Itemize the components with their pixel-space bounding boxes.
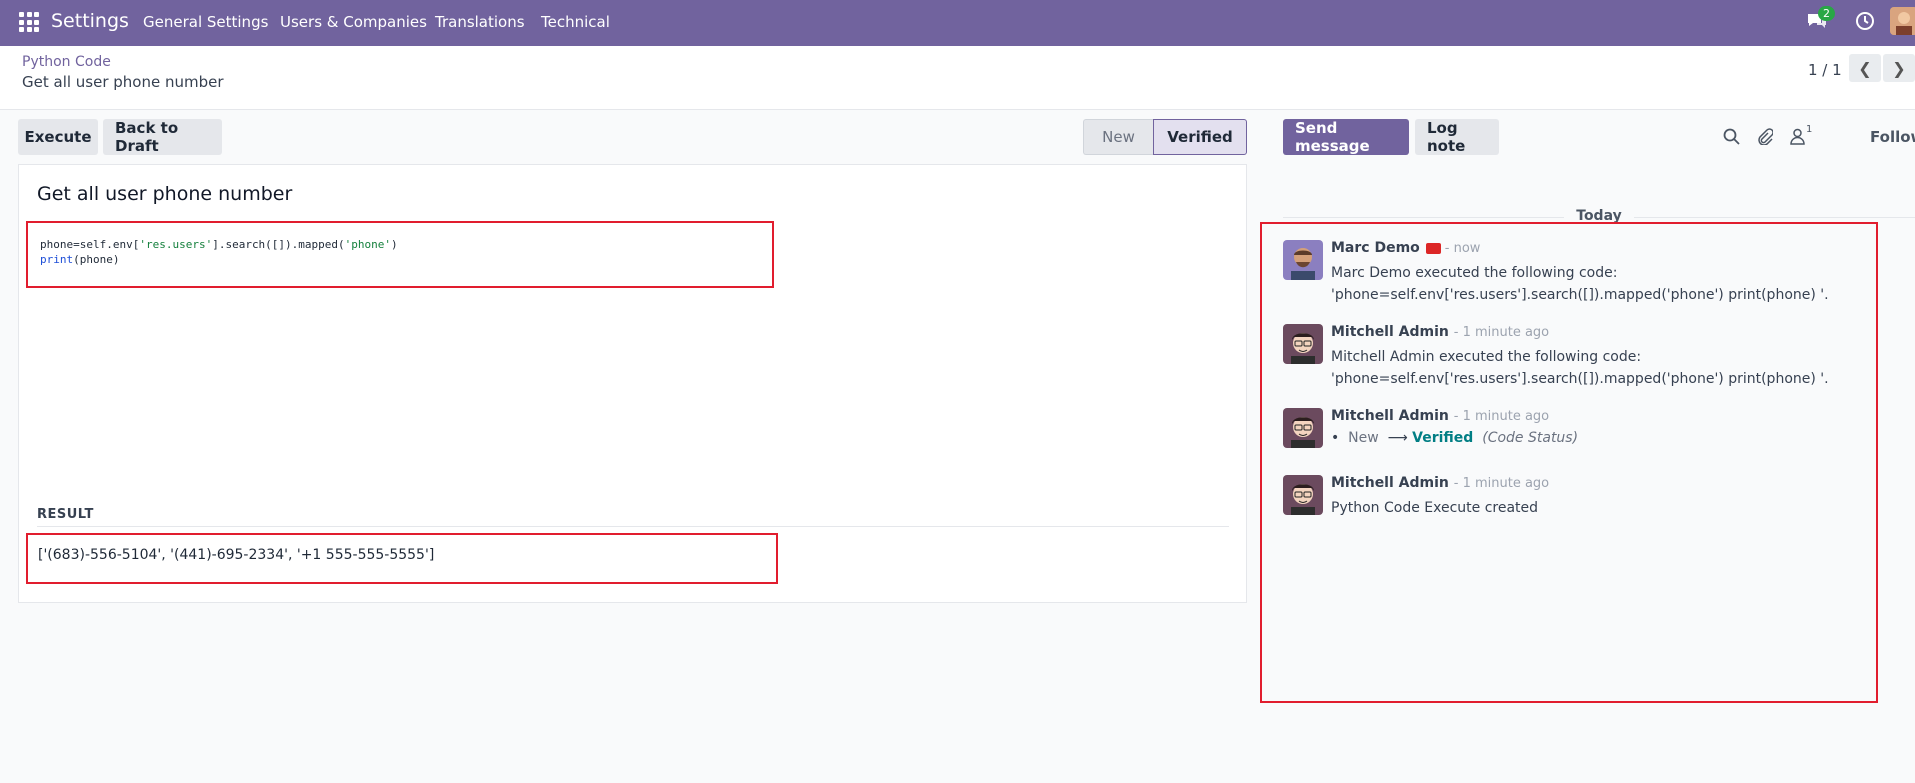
- message-author[interactable]: Mitchell Admin - 1 minute ago: [1331, 324, 1549, 340]
- code-string: 'phone': [344, 238, 392, 251]
- log-note-button[interactable]: Log note: [1415, 119, 1499, 155]
- author-name[interactable]: Mitchell Admin: [1331, 475, 1449, 491]
- message-date: - 1 minute ago: [1453, 325, 1550, 340]
- tracking-old-value: New: [1348, 430, 1379, 446]
- code-line-1: phone=self.env['res.users'].search([]).m…: [40, 237, 760, 252]
- chevron-left-icon: ❮: [1858, 58, 1872, 78]
- user-avatar[interactable]: [1890, 7, 1915, 35]
- code-editor[interactable]: phone=self.env['res.users'].search([]).m…: [26, 221, 774, 288]
- message-item: Mitchell Admin - 1 minute ago • New ⟶ Ve…: [1283, 408, 1863, 458]
- chevron-right-icon: ❯: [1892, 58, 1906, 78]
- breadcrumb-current: Get all user phone number: [22, 73, 224, 91]
- result-divider: [37, 526, 1229, 527]
- avatar[interactable]: [1283, 240, 1323, 280]
- avatar[interactable]: [1283, 408, 1323, 448]
- author-name[interactable]: Mitchell Admin: [1331, 324, 1449, 340]
- messages-count-badge: 2: [1818, 6, 1835, 21]
- form-sheet: Get all user phone number phone=self.env…: [18, 164, 1247, 603]
- arrow-right-icon: ⟶: [1387, 430, 1408, 446]
- breadcrumb-parent[interactable]: Python Code: [22, 54, 111, 70]
- result-label: RESULT: [37, 507, 94, 522]
- pager-value[interactable]: 1 / 1: [1808, 61, 1842, 79]
- code-text: (phone): [73, 253, 120, 266]
- back-to-draft-button[interactable]: Back to Draft: [103, 119, 222, 155]
- followers-icon[interactable]: [1790, 128, 1805, 149]
- message-text: 'phone=self.env['res.users'].search([]).…: [1331, 371, 1829, 387]
- pager-previous-button[interactable]: ❮: [1849, 54, 1881, 82]
- message-date: - 1 minute ago: [1453, 409, 1550, 424]
- message-item: Mitchell Admin - 1 minute ago Python Cod…: [1283, 475, 1863, 525]
- app-brand[interactable]: Settings: [51, 10, 129, 32]
- statusbar: New Verified: [1083, 119, 1247, 155]
- tracking-new-value: Verified: [1412, 430, 1474, 446]
- pager-next-button[interactable]: ❯: [1883, 54, 1915, 82]
- followers-count: 1: [1806, 124, 1813, 135]
- message-text: Mitchell Admin executed the following co…: [1331, 349, 1642, 365]
- tracking-field-name: (Code Status): [1482, 430, 1579, 446]
- avatar[interactable]: [1283, 475, 1323, 515]
- code-line-2: print(phone): [40, 252, 760, 267]
- status-new[interactable]: New: [1083, 119, 1153, 155]
- message-author[interactable]: Mitchell Admin - 1 minute ago: [1331, 408, 1549, 424]
- menu-technical[interactable]: Technical: [541, 13, 610, 31]
- apps-grid-icon[interactable]: [19, 12, 39, 32]
- top-navbar: Settings General Settings Users & Compan…: [0, 0, 1915, 46]
- message-date: - now: [1444, 241, 1481, 256]
- message-author[interactable]: Marc Demo - now: [1331, 240, 1480, 256]
- message-body: Python Code Execute created: [1331, 497, 1871, 519]
- tracking-value: • New ⟶ Verified (Code Status): [1331, 430, 1578, 446]
- message-item: Marc Demo - now Marc Demo executed the fo…: [1283, 240, 1863, 310]
- message-text: Marc Demo executed the following code:: [1331, 265, 1618, 281]
- avatar[interactable]: [1283, 324, 1323, 364]
- menu-general-settings[interactable]: General Settings: [143, 13, 268, 31]
- message-body: Marc Demo executed the following code: '…: [1331, 262, 1871, 306]
- author-name[interactable]: Marc Demo: [1331, 240, 1420, 256]
- menu-users-companies[interactable]: Users & Companies: [280, 13, 427, 31]
- code-text: ): [391, 238, 398, 251]
- message-date: - 1 minute ago: [1453, 476, 1550, 491]
- message-author[interactable]: Mitchell Admin - 1 minute ago: [1331, 475, 1549, 491]
- paperclip-icon[interactable]: [1756, 128, 1774, 149]
- message-text: Python Code Execute created: [1331, 500, 1539, 516]
- control-panel: Python Code Get all user phone number 1 …: [0, 46, 1915, 110]
- code-string: 'res.users': [139, 238, 213, 251]
- message-item: Mitchell Admin - 1 minute ago Mitchell A…: [1283, 324, 1863, 394]
- search-icon[interactable]: [1723, 128, 1740, 149]
- code-text: ].search([]).mapped(: [212, 238, 345, 251]
- message-text: 'phone=self.env['res.users'].search([]).…: [1331, 287, 1829, 303]
- clock-icon[interactable]: [1855, 11, 1875, 36]
- envelope-icon: [1425, 242, 1441, 254]
- send-message-button[interactable]: Send message: [1283, 119, 1409, 155]
- execute-button[interactable]: Execute: [18, 119, 98, 155]
- message-body: Mitchell Admin executed the following co…: [1331, 346, 1871, 390]
- status-verified[interactable]: Verified: [1153, 119, 1247, 155]
- code-text: phone=self.env[: [40, 238, 140, 251]
- follow-button[interactable]: Follow: [1870, 128, 1915, 146]
- menu-translations[interactable]: Translations: [435, 13, 525, 31]
- record-title[interactable]: Get all user phone number: [37, 183, 292, 205]
- bullet: •: [1331, 430, 1340, 446]
- author-name[interactable]: Mitchell Admin: [1331, 408, 1449, 424]
- code-keyword: print: [40, 253, 74, 266]
- result-value: ['(683)-556-5104', '(441)-695-2334', '+1…: [26, 533, 778, 584]
